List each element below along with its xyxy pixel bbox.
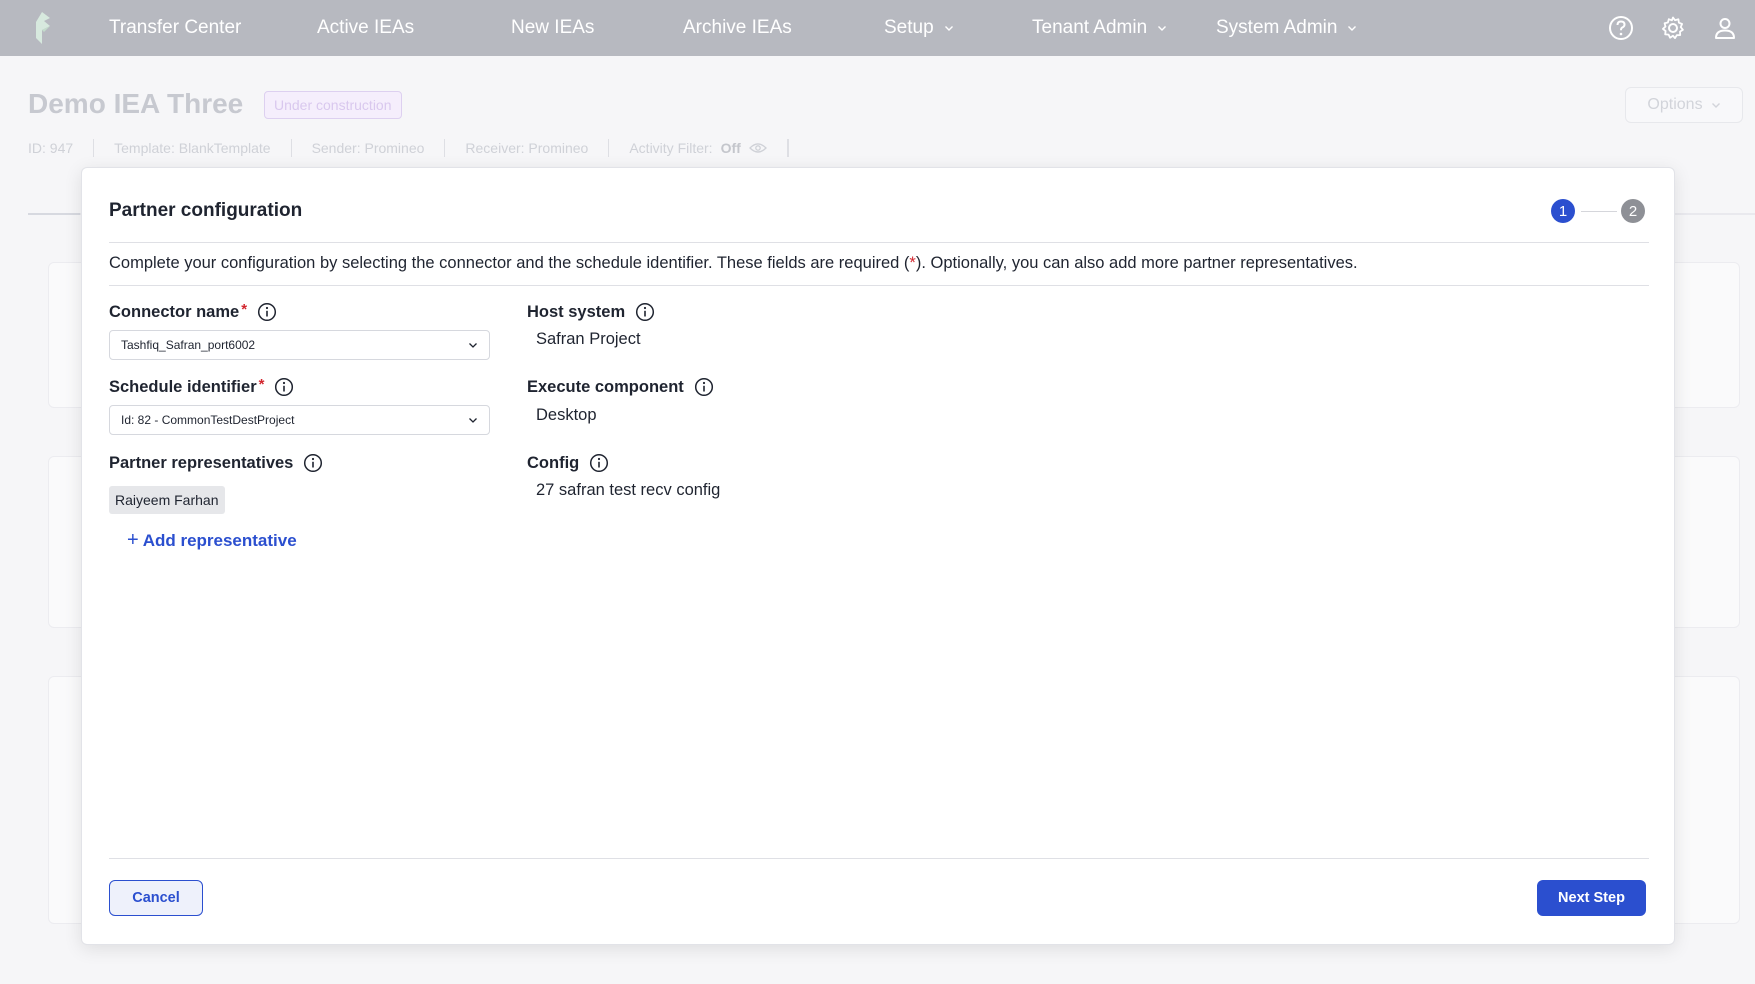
help-icon[interactable] <box>1606 13 1636 43</box>
connector-name-label: Connector name * <box>109 300 277 322</box>
partner-configuration-modal: Partner configuration 1 2 Complete your … <box>81 167 1675 945</box>
execute-component-label-text: Execute component <box>527 377 684 396</box>
info-icon[interactable] <box>257 302 277 322</box>
add-representative-link[interactable]: + Add representative <box>127 529 297 552</box>
host-system-label: Host system <box>527 302 655 322</box>
nav-system-admin-label: System Admin <box>1216 17 1338 38</box>
page-title: Demo IEA Three <box>28 88 244 119</box>
modal-title: Partner configuration <box>109 200 303 221</box>
settings-gear-icon[interactable] <box>1658 13 1688 43</box>
schedule-identifier-label: Schedule identifier * <box>109 375 294 397</box>
cancel-button[interactable]: Cancel <box>109 880 203 916</box>
add-representative-label: Add representative <box>142 530 297 550</box>
execute-component-value: Desktop <box>536 406 597 424</box>
header-divider <box>109 242 1649 243</box>
host-system-value: Safran Project <box>536 330 641 348</box>
options-button[interactable]: Options <box>1625 87 1743 123</box>
required-star: * <box>258 375 265 393</box>
info-icon[interactable] <box>274 377 294 397</box>
partner-representatives-label: Partner representatives <box>109 453 323 473</box>
step-2-badge: 2 <box>1621 199 1645 223</box>
host-system-label-text: Host system <box>527 302 626 321</box>
status-badge: Under construction <box>264 91 402 119</box>
description-divider <box>109 285 1649 286</box>
representative-chip[interactable]: Raiyeem Farhan <box>109 486 225 514</box>
nav-transfer-center-label: Transfer Center <box>109 17 242 38</box>
plus-icon: + <box>127 529 139 551</box>
eye-icon[interactable] <box>748 142 767 154</box>
meta-divider <box>787 139 789 157</box>
nav-transfer-center[interactable]: Transfer Center <box>109 0 241 56</box>
chevron-down-icon <box>469 343 477 348</box>
step-connector-line <box>1581 211 1617 212</box>
app-logo-icon[interactable] <box>30 10 56 46</box>
config-label: Config <box>527 453 609 473</box>
nav-tenant-admin-label: Tenant Admin <box>1032 17 1148 38</box>
step-1-badge: 1 <box>1551 199 1575 223</box>
activity-filter-label: Activity Filter: <box>629 140 713 156</box>
schedule-identifier-label-text: Schedule identifier <box>109 377 257 396</box>
connector-name-value: Tashfiq_Safran_port6002 <box>121 338 256 352</box>
connector-name-label-text: Connector name <box>109 302 240 321</box>
nav-setup[interactable]: Setup <box>884 0 954 56</box>
info-icon[interactable] <box>694 377 714 397</box>
required-star: * <box>241 300 248 318</box>
nav-tenant-admin[interactable]: Tenant Admin <box>1032 0 1167 56</box>
config-label-text: Config <box>527 453 580 472</box>
next-step-button[interactable]: Next Step <box>1537 880 1646 916</box>
info-icon[interactable] <box>589 453 609 473</box>
info-icon[interactable] <box>635 302 655 322</box>
nav-archive-ieas[interactable]: Archive IEAs <box>683 0 792 56</box>
meta-id: ID: 947 <box>28 139 95 157</box>
schedule-identifier-select[interactable]: Id: 82 - CommonTestDestProject <box>109 405 490 435</box>
nav-setup-label: Setup <box>884 17 934 38</box>
chevron-down-icon <box>944 26 953 31</box>
nav-system-admin[interactable]: System Admin <box>1216 0 1357 56</box>
meta-activity-filter: Activity Filter: Off <box>609 139 788 157</box>
meta-sender: Sender: Promineo <box>292 139 446 157</box>
nav-new-ieas[interactable]: New IEAs <box>511 0 594 56</box>
meta-receiver: Receiver: Promineo <box>445 139 610 157</box>
top-navigation-bar: Transfer Center Active IEAs New IEAs Arc… <box>0 0 1755 56</box>
info-icon[interactable] <box>303 453 323 473</box>
chevron-down-icon <box>1348 26 1357 31</box>
activity-filter-value: Off <box>720 140 741 156</box>
description-text-start: Complete your configuration by selecting… <box>109 254 910 272</box>
nav-active-ieas-label: Active IEAs <box>317 17 415 38</box>
nav-archive-ieas-label: Archive IEAs <box>683 17 792 38</box>
description-text-end: ). Optionally, you can also add more par… <box>915 254 1358 272</box>
iea-meta-row: ID: 947 Template: BlankTemplate Sender: … <box>28 139 789 157</box>
footer-divider <box>109 858 1649 859</box>
schedule-identifier-value: Id: 82 - CommonTestDestProject <box>121 413 295 427</box>
config-value: 27 safran test recv config <box>536 481 721 499</box>
meta-template: Template: BlankTemplate <box>94 139 292 157</box>
user-profile-icon[interactable] <box>1710 13 1740 43</box>
modal-description: Complete your configuration by selecting… <box>109 254 1649 273</box>
options-button-label: Options <box>1647 96 1703 113</box>
partner-representatives-label-text: Partner representatives <box>109 453 294 472</box>
nav-active-ieas[interactable]: Active IEAs <box>317 0 414 56</box>
step-indicator: 1 2 <box>1551 199 1651 225</box>
connector-name-select[interactable]: Tashfiq_Safran_port6002 <box>109 330 490 360</box>
chevron-down-icon <box>1711 103 1720 108</box>
chevron-down-icon <box>469 418 477 423</box>
chevron-down-icon <box>1158 26 1167 31</box>
active-tab-indicator <box>28 213 80 215</box>
nav-new-ieas-label: New IEAs <box>511 17 595 38</box>
execute-component-label: Execute component <box>527 377 714 397</box>
